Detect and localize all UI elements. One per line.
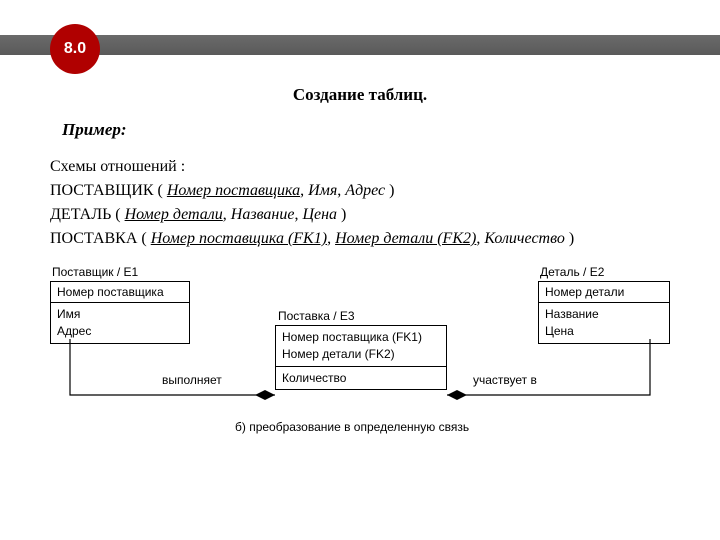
sql-header-label: SQL	[128, 17, 160, 33]
entity-e1-label: Поставщик / E1	[52, 265, 138, 279]
example-label: Пример:	[62, 120, 127, 140]
rel-left-label: выполняет	[162, 373, 222, 387]
entity-e2-key: Номер детали	[539, 282, 669, 303]
entity-e3-label: Поставка / E3	[278, 309, 355, 323]
entity-e3-key-2: Номер детали (FK2)	[282, 346, 440, 363]
rel-right-label: участвует в	[473, 373, 537, 387]
version-badge: 8.0	[50, 24, 100, 74]
erd-caption: б) преобразование в определенную связь	[235, 420, 469, 434]
entity-e1-attr-1: Имя	[57, 306, 183, 323]
schema-line-3: ПОСТАВКА ( Номер поставщика (FK1), Номер…	[50, 227, 670, 251]
entity-e2: Номер детали Название Цена	[538, 281, 670, 344]
schema-line-2: ДЕТАЛЬ ( Номер детали, Название, Цена )	[50, 203, 670, 227]
er-diagram: Поставщик / E1 Номер поставщика Имя Адре…	[50, 265, 670, 460]
entity-e3: Номер поставщика (FK1) Номер детали (FK2…	[275, 325, 447, 390]
entity-e1: Номер поставщика Имя Адрес	[50, 281, 190, 344]
entity-e3-key-1: Номер поставщика (FK1)	[282, 329, 440, 346]
entity-e2-label: Деталь / E2	[540, 265, 604, 279]
entity-e1-attr-2: Адрес	[57, 323, 183, 340]
schema-line-1: ПОСТАВЩИК ( Номер поставщика, Имя, Адрес…	[50, 179, 670, 203]
entity-e2-attr-1: Название	[545, 306, 663, 323]
entity-e2-attr-2: Цена	[545, 323, 663, 340]
entity-e1-key: Номер поставщика	[51, 282, 189, 303]
schemas-block: Схемы отношений : ПОСТАВЩИК ( Номер пост…	[50, 155, 670, 251]
entity-e3-attr-1: Количество	[282, 370, 440, 387]
page-title: Создание таблиц.	[0, 85, 720, 105]
version-number: 8.0	[64, 40, 86, 58]
header-band	[0, 35, 720, 55]
schemas-intro: Схемы отношений :	[50, 155, 670, 179]
